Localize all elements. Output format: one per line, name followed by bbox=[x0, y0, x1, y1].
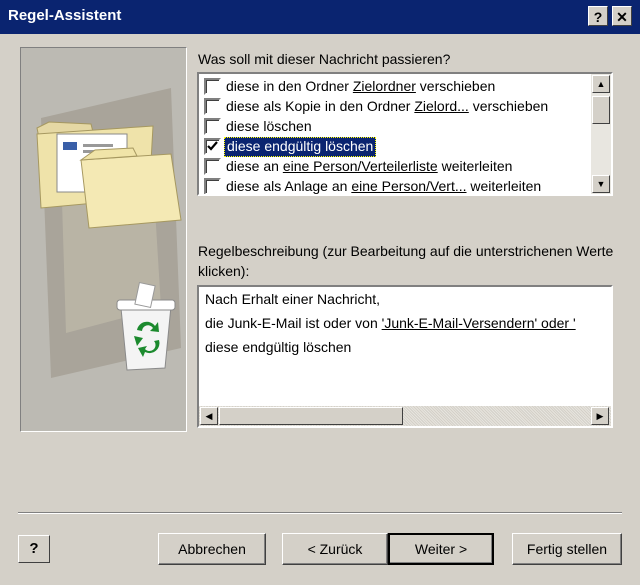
next-button[interactable]: Weiter > bbox=[388, 533, 494, 565]
wizard-illustration bbox=[20, 47, 187, 432]
horizontal-scroll-thumb[interactable] bbox=[219, 407, 403, 425]
action-item-link[interactable]: eine Person/Verteilerliste bbox=[283, 158, 438, 174]
description-label: Regelbeschreibung (zur Bearbeitung auf d… bbox=[198, 243, 614, 279]
arrow-down-icon: ▼ bbox=[596, 179, 606, 189]
close-icon: ✕ bbox=[616, 9, 628, 25]
action-item-label: diese endgültig löschen bbox=[224, 137, 377, 157]
description-line-3: diese endgültig löschen bbox=[205, 339, 352, 355]
action-checkbox[interactable] bbox=[204, 138, 221, 155]
back-button[interactable]: < Zurück bbox=[282, 533, 388, 565]
action-item-link[interactable]: eine Person/Vert... bbox=[351, 178, 466, 194]
action-item[interactable]: diese an eine Person/Verteilerliste weit… bbox=[199, 156, 589, 176]
help-title-button[interactable]: ? bbox=[588, 6, 608, 26]
scroll-down-button[interactable]: ▼ bbox=[592, 175, 610, 193]
folders-recycle-bin-icon bbox=[36, 88, 182, 378]
horizontal-scrollbar[interactable]: ◀ ▶ bbox=[199, 406, 611, 426]
action-item-label: diese löschen bbox=[226, 118, 312, 134]
button-separator bbox=[18, 512, 622, 514]
action-item-label: diese als Kopie in den Ordner Zielord...… bbox=[226, 98, 549, 114]
action-item[interactable]: diese in den Ordner Zielordner verschieb… bbox=[199, 76, 589, 96]
action-checkbox[interactable] bbox=[204, 118, 221, 135]
action-item[interactable]: diese endgültig löschen bbox=[199, 136, 589, 157]
action-item-label: diese als Anlage an eine Person/Vert... … bbox=[226, 178, 542, 194]
rule-description-box: Nach Erhalt einer Nachricht, die Junk-E-… bbox=[197, 285, 613, 428]
close-button[interactable]: ✕ bbox=[612, 6, 632, 26]
scroll-right-button[interactable]: ▶ bbox=[591, 407, 609, 425]
action-checkbox[interactable] bbox=[204, 178, 221, 194]
action-item-label: diese an eine Person/Verteilerliste weit… bbox=[226, 158, 513, 174]
finish-button[interactable]: Fertig stellen bbox=[512, 533, 622, 565]
action-item[interactable]: diese löschen bbox=[199, 116, 589, 136]
sender-list-link[interactable]: 'Junk-E-Mail-Versendern' oder ' bbox=[382, 315, 576, 331]
action-item[interactable]: diese als Anlage an eine Person/Vert... … bbox=[199, 176, 589, 194]
arrow-left-icon: ◀ bbox=[205, 411, 213, 421]
action-checkbox[interactable] bbox=[204, 98, 221, 115]
action-item-link[interactable]: Zielordner bbox=[353, 78, 416, 94]
description-line-1: Nach Erhalt einer Nachricht, bbox=[205, 291, 381, 307]
action-checkbox[interactable] bbox=[204, 78, 221, 95]
help-icon: ? bbox=[29, 540, 39, 557]
title-bar: Regel-Assistent ? ✕ bbox=[0, 0, 640, 34]
vertical-scrollbar[interactable]: ▲ ▼ bbox=[591, 74, 611, 194]
scroll-thumb[interactable] bbox=[592, 96, 610, 124]
arrow-up-icon: ▲ bbox=[596, 79, 606, 89]
arrow-right-icon: ▶ bbox=[596, 411, 604, 421]
action-checkbox[interactable] bbox=[204, 158, 221, 175]
help-button[interactable]: ? bbox=[18, 535, 50, 563]
scroll-left-button[interactable]: ◀ bbox=[200, 407, 218, 425]
action-item-link[interactable]: Zielord... bbox=[414, 98, 468, 114]
scroll-up-button[interactable]: ▲ bbox=[592, 75, 610, 93]
action-prompt: Was soll mit dieser Nachricht passieren? bbox=[198, 51, 451, 67]
window-title: Regel-Assistent bbox=[8, 7, 122, 24]
action-checklist[interactable]: diese als Anlage an eine Person/Vert... … bbox=[197, 72, 613, 196]
action-item[interactable]: diese als Kopie in den Ordner Zielord...… bbox=[199, 96, 589, 116]
description-line-2: die Junk-E-Mail ist oder von 'Junk-E-Mai… bbox=[205, 315, 576, 331]
cancel-button[interactable]: Abbrechen bbox=[158, 533, 266, 565]
action-item-label: diese in den Ordner Zielordner verschieb… bbox=[226, 78, 496, 94]
checkmark-icon bbox=[207, 141, 218, 151]
